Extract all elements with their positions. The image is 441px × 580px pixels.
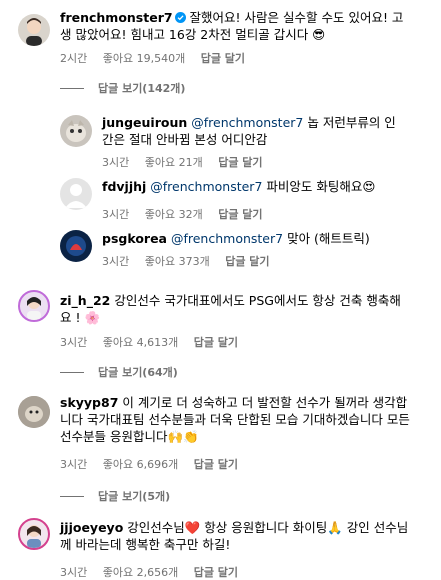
reply-button[interactable]: 답글 달기 [194,566,238,579]
reply-fdvjjhj: fdvjjhj @frenchmonster7 파비앙도 화팅해요😍 3시간 좋… [0,172,441,224]
comment-meta: 3시간 좋아요 32개 답글 달기 [102,206,275,222]
timestamp: 3시간 [102,156,130,169]
view-replies-button[interactable]: 답글 보기(5개) [60,488,170,504]
username[interactable]: skyyp87 [60,395,118,410]
avatar[interactable] [60,178,92,210]
mention-link[interactable]: @frenchmonster7 [191,115,303,130]
reply-button[interactable]: 답글 달기 [218,208,262,221]
like-count[interactable]: 좋아요 19,540개 [103,52,185,65]
username[interactable]: zi_h_22 [60,293,110,308]
comment-body: psgkorea @frenchmonster7 맞아 (해트트릭) [102,230,407,247]
reply-button[interactable]: 답글 달기 [218,156,262,169]
mention-link[interactable]: @frenchmonster7 [150,179,262,194]
like-count[interactable]: 좋아요 4,613개 [103,336,178,349]
comment-body: fdvjjhj @frenchmonster7 파비앙도 화팅해요😍 [102,178,407,195]
comment-meta: 3시간 좋아요 2,656개 답글 달기 [60,564,250,580]
avatar[interactable] [60,230,92,262]
comment-skyyp87: skyyp87 이 계기로 더 성숙하고 더 발전할 선수가 될꺼라 생각합니다… [0,384,441,504]
comment-body: zi_h_22 강인선수 국가대표에서도 PSG에서도 항상 건축 행축해요 !… [60,292,410,326]
comment-body: frenchmonster7 잘했어요! 사람은 실수할 수도 있어요! 고생 … [60,9,410,43]
comment-body: jjjoeyeyo 강인선수님❤️ 항상 응원합니다 화이팅🙏 강인 선수님께 … [60,519,415,553]
reply-psgkorea: psgkorea @frenchmonster7 맞아 (해트트릭) 3시간 좋… [0,224,441,284]
comment-meta: 3시간 좋아요 373개 답글 달기 [102,253,282,269]
divider [60,495,84,497]
view-replies-button[interactable]: 답글 보기(142개) [60,80,185,96]
comment-meta: 3시간 좋아요 21개 답글 달기 [102,154,275,170]
reply-button[interactable]: 답글 달기 [194,458,238,471]
comment-meta: 3시간 좋아요 6,696개 답글 달기 [60,456,250,472]
mention-link[interactable]: @frenchmonster7 [171,231,283,246]
comment-body: jungeuiroun @frenchmonster7 놉 저런부류의 인간은 … [102,114,407,148]
reply-button[interactable]: 답글 달기 [194,336,238,349]
like-count[interactable]: 좋아요 6,696개 [103,458,178,471]
timestamp: 3시간 [60,458,88,471]
reply-button[interactable]: 답글 달기 [225,255,269,268]
verified-badge-icon [174,12,186,23]
divider [60,371,84,373]
avatar[interactable] [18,396,50,428]
comment-meta: 2시간 좋아요 19,540개 답글 달기 [60,50,257,66]
comment-zi_h_22: zi_h_22 강인선수 국가대표에서도 PSG에서도 항상 건축 행축해요 !… [0,284,441,384]
view-replies-button[interactable]: 답글 보기(64개) [60,364,178,380]
like-count[interactable]: 좋아요 21개 [145,156,203,169]
timestamp: 3시간 [60,336,88,349]
username[interactable]: psgkorea [102,231,167,246]
comment-meta: 3시간 좋아요 4,613개 답글 달기 [60,334,250,350]
avatar[interactable] [18,518,50,550]
view-replies-label: 답글 보기(142개) [98,82,186,95]
username[interactable]: jungeuiroun [102,115,187,130]
username[interactable]: jjjoeyeyo [60,520,123,535]
comment-body: skyyp87 이 계기로 더 성숙하고 더 발전할 선수가 될꺼라 생각합니다… [60,394,415,445]
avatar[interactable] [18,290,50,322]
comment-text: 강인선수 국가대표에서도 PSG에서도 항상 건축 행축해요 ! 🌸 [60,293,401,325]
avatar[interactable] [18,14,50,46]
avatar[interactable] [60,115,92,147]
like-count[interactable]: 좋아요 373개 [145,255,210,268]
comment-jjjoeyeyo: jjjoeyeyo 강인선수님❤️ 항상 응원합니다 화이팅🙏 강인 선수님께 … [0,512,441,580]
timestamp: 3시간 [102,255,130,268]
comment-text: 맞아 (해트트릭) [287,231,370,246]
username[interactable]: fdvjjhj [102,179,146,194]
reply-jungeuiroun: jungeuiroun @frenchmonster7 놉 저런부류의 인간은 … [0,110,441,170]
reply-button[interactable]: 답글 달기 [201,52,245,65]
like-count[interactable]: 좋아요 2,656개 [103,566,178,579]
timestamp: 3시간 [102,208,130,221]
timestamp: 3시간 [60,566,88,579]
divider [60,87,84,89]
view-replies-label: 답글 보기(5개) [98,490,171,503]
like-count[interactable]: 좋아요 32개 [145,208,203,221]
username[interactable]: frenchmonster7 [60,10,173,25]
view-replies-label: 답글 보기(64개) [98,366,178,379]
comment-frenchmonster7: frenchmonster7 잘했어요! 사람은 실수할 수도 있어요! 고생 … [0,0,441,110]
comment-text: 파비앙도 화팅해요😍 [266,179,376,194]
timestamp: 2시간 [60,52,88,65]
